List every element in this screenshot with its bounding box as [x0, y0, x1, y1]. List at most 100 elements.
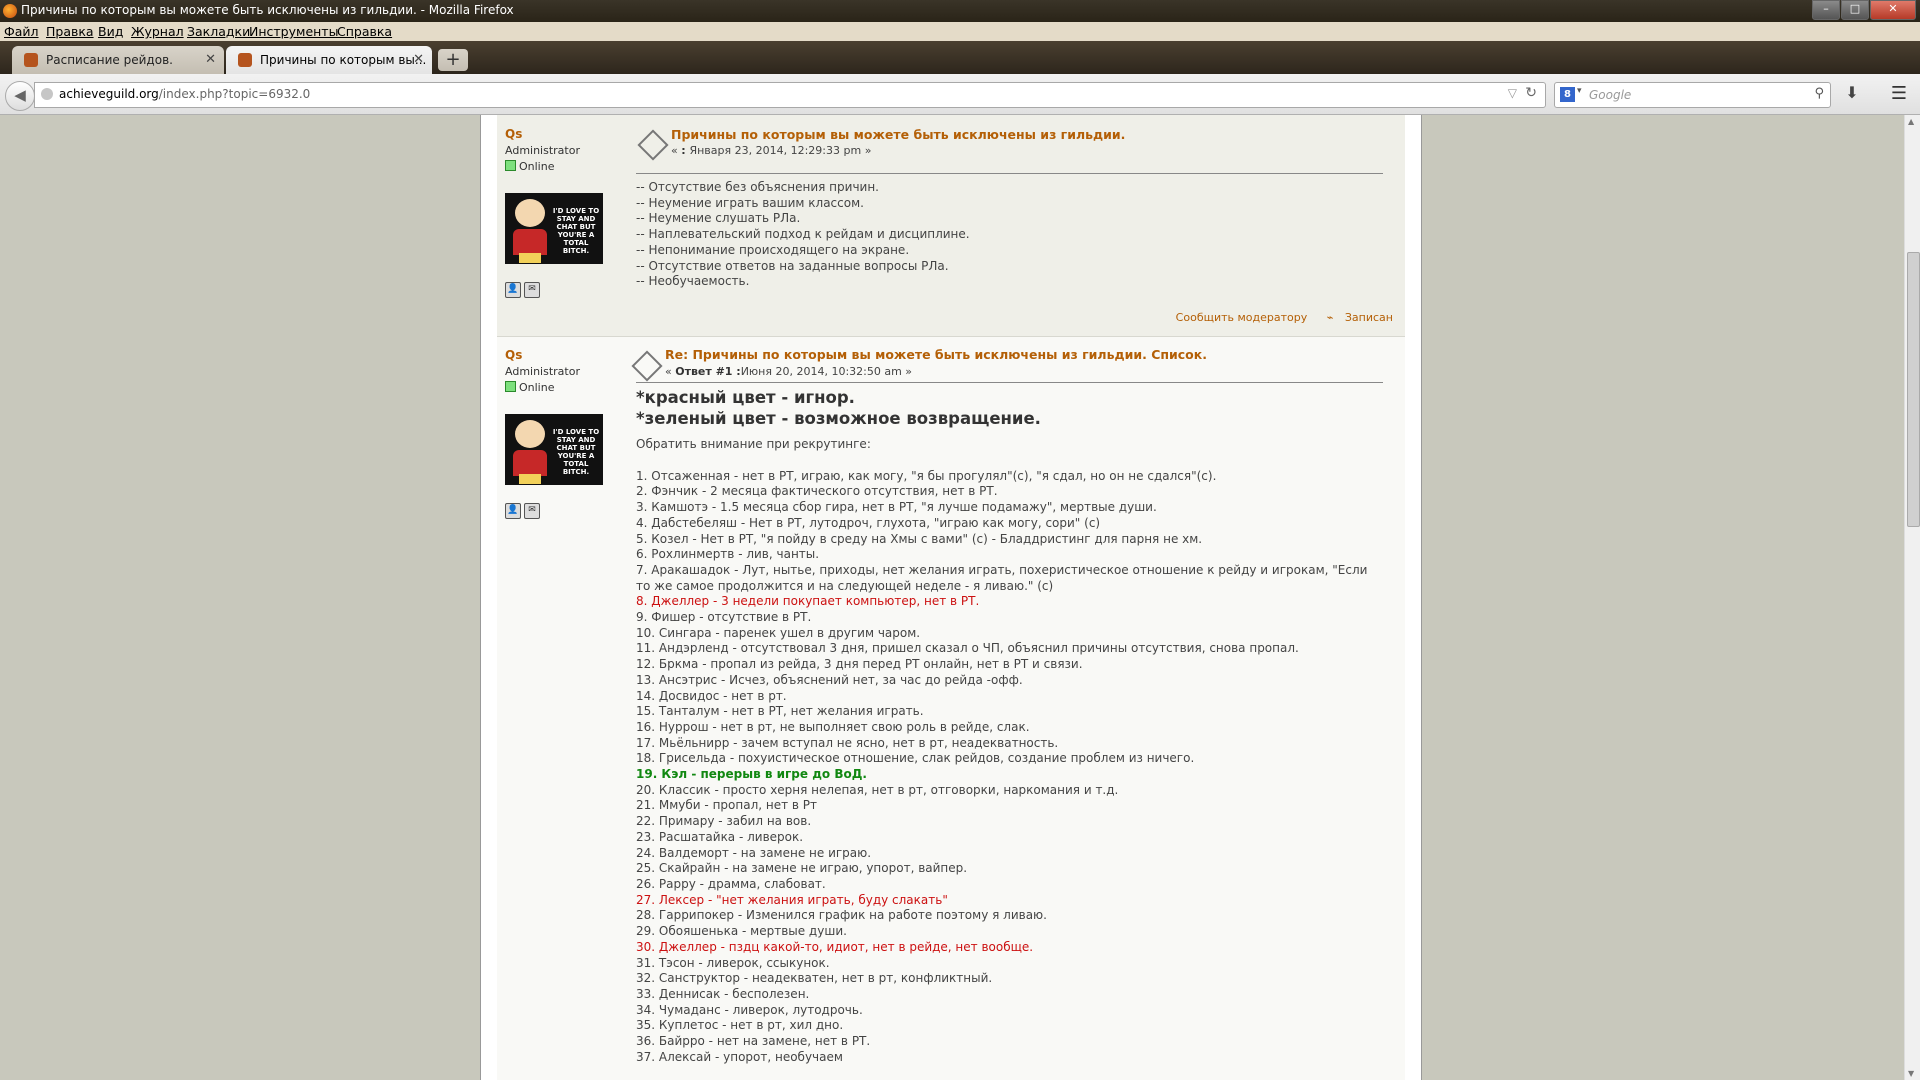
- menu-tools[interactable]: Инструменты: [249, 24, 338, 39]
- post-title[interactable]: Re: Причины по которым вы можете быть ис…: [665, 347, 1207, 362]
- avatar-shirt: [513, 450, 547, 476]
- list-item: 18. Грисельда - похуистическое отношение…: [636, 751, 1195, 766]
- poster-name[interactable]: Qs: [505, 127, 522, 141]
- scrollbar-thumb[interactable]: [1907, 252, 1920, 527]
- menu-bookmarks[interactable]: Закладки: [187, 24, 250, 39]
- list-item: 7. Аракашадок - Лут, нытье, приходы, нет…: [636, 562, 1368, 593]
- menu-edit[interactable]: Правка: [46, 24, 94, 39]
- page-content: Qs Administrator Online I'D LOVE TO STAY…: [0, 115, 1904, 1080]
- meta-prefix: «: [671, 144, 682, 157]
- list-item: 4. Дабстебеляш - Нет в РТ, лутодроч, глу…: [636, 515, 1101, 530]
- list-item: 15. Танталум - нет в РТ, нет желания игр…: [636, 704, 924, 719]
- logged-ip-icon: ⌁: [1326, 311, 1337, 324]
- post-body: -- Отсутствие без объяснения причин. -- …: [636, 180, 970, 290]
- meta-prefix: «: [665, 365, 676, 378]
- report-to-moderator-link[interactable]: Сообщить модератору: [1176, 311, 1308, 324]
- forum-page: Qs Administrator Online I'D LOVE TO STAY…: [480, 115, 1422, 1080]
- search-icon[interactable]: ⚲: [1814, 86, 1824, 101]
- hamburger-menu-icon[interactable]: ☰: [1884, 83, 1914, 107]
- poster-role: Administrator: [505, 365, 580, 378]
- avatar-head: [515, 199, 545, 227]
- list-item: 22. Примару - забил на вов.: [636, 814, 812, 829]
- list-item: 27. Лексер - "нет желания играть, буду с…: [636, 892, 948, 907]
- logged-ip-link[interactable]: ⌁ Записан: [1319, 311, 1393, 324]
- online-label: Online: [519, 381, 555, 394]
- online-icon: [505, 381, 516, 392]
- avatar-legs: [519, 253, 541, 263]
- user-icons: 👤 ✉: [505, 281, 543, 298]
- close-tab-icon[interactable]: ✕: [205, 52, 216, 67]
- message-icon[interactable]: ✉: [524, 503, 540, 519]
- close-tab-icon[interactable]: ✕: [413, 52, 424, 67]
- poster-info: Qs Administrator Online I'D LOVE TO STAY…: [505, 127, 645, 298]
- search-bar[interactable]: 8 ▾ Google ⚲: [1554, 82, 1831, 108]
- online-icon: [505, 160, 516, 171]
- list-item: 24. Валдеморт - на замене не играю.: [636, 845, 872, 860]
- menu-bar: Файл Правка Вид Журнал Закладки Инструме…: [0, 22, 1920, 41]
- online-status: Online: [505, 381, 645, 394]
- list-item: 6. Рохлинмертв - лив, чанты.: [636, 547, 820, 562]
- post-meta: « : Января 23, 2014, 12:29:33 pm »: [671, 144, 871, 157]
- window-titlebar: Причины по которым вы можете быть исключ…: [0, 0, 1920, 22]
- navigation-bar: ◀ achieveguild.org/index.php?topic=6932.…: [0, 74, 1920, 115]
- message-icon[interactable]: ✉: [524, 282, 540, 298]
- list-item: 5. Козел - Нет в РТ, "я пойду в среду на…: [636, 531, 1203, 546]
- menu-help[interactable]: Справка: [337, 24, 392, 39]
- online-status: Online: [505, 160, 645, 173]
- new-tab-button[interactable]: +: [438, 49, 468, 71]
- tab-label: Расписание рейдов.: [46, 53, 173, 67]
- menu-view[interactable]: Вид: [98, 24, 123, 39]
- post-title[interactable]: Причины по которым вы можете быть исключ…: [671, 127, 1125, 142]
- forum-post: Qs Administrator Online I'D LOVE TO STAY…: [497, 115, 1405, 337]
- back-button[interactable]: ◀: [5, 81, 35, 111]
- menu-file[interactable]: Файл: [4, 24, 39, 39]
- list-item: 29. Обояшенька - мертвые души.: [636, 924, 847, 939]
- scroll-down-icon[interactable]: ▼: [1908, 1069, 1914, 1078]
- legend-green-heading: *зеленый цвет - возможное возвращение.: [636, 409, 1041, 428]
- page-scrollbar[interactable]: ▲ ▼: [1904, 115, 1920, 1080]
- maximize-button[interactable]: □: [1841, 0, 1869, 20]
- blacklist: 1. Отсаженная - нет в РТ, играю, как мог…: [636, 469, 1376, 1066]
- list-item: 10. Сингара - паренек ушел в другим чаро…: [636, 625, 921, 640]
- list-item: 34. Чумаданс - ливерок, лутодрочь.: [636, 1002, 863, 1017]
- tab-raid-schedule[interactable]: Расписание рейдов. ✕: [12, 46, 224, 74]
- profile-icon[interactable]: 👤: [505, 503, 521, 519]
- minimize-button[interactable]: –: [1812, 0, 1840, 20]
- close-window-button[interactable]: ✕: [1870, 0, 1916, 20]
- list-item: 30. Джеллер - пздц какой-то, идиот, нет …: [636, 939, 1034, 954]
- menu-history[interactable]: Журнал: [131, 24, 184, 39]
- url-text: achieveguild.org/index.php?topic=6932.0: [59, 87, 310, 101]
- window-controls: – □ ✕: [1811, 0, 1916, 20]
- reload-icon[interactable]: ↻: [1525, 85, 1537, 101]
- site-favicon-icon: [238, 53, 252, 67]
- list-item: 31. Тэсон - ливерок, ссыкунок.: [636, 955, 830, 970]
- list-item: 25. Скайрайн - на замене не играю, упоро…: [636, 861, 968, 876]
- post-date: Июня 20, 2014, 10:32:50 am »: [740, 365, 913, 378]
- list-item: 8. Джеллер - 3 недели покупает компьютер…: [636, 594, 980, 609]
- list-item: 19. Кэл - перерыв в игре до ВоД.: [636, 767, 867, 782]
- site-favicon-icon: [24, 53, 38, 67]
- url-domain: achieveguild.org: [59, 87, 159, 101]
- scroll-up-icon[interactable]: ▲: [1908, 117, 1914, 126]
- list-item: 2. Фэнчик - 2 месяца фактического отсутс…: [636, 484, 998, 499]
- poster-info: Qs Administrator Online I'D LOVE TO STAY…: [505, 348, 645, 519]
- url-bar[interactable]: achieveguild.org/index.php?topic=6932.0 …: [34, 82, 1546, 108]
- list-item: 21. Ммуби - пропал, нет в Рт: [636, 798, 818, 813]
- forum-thread: Qs Administrator Online I'D LOVE TO STAY…: [497, 115, 1405, 1080]
- tab-bar: Расписание рейдов. ✕ Причины по которым …: [0, 41, 1920, 74]
- tab-exclusion-reasons[interactable]: Причины по которым вы... ✕: [226, 46, 432, 74]
- user-icons: 👤 ✉: [505, 502, 543, 519]
- download-icon[interactable]: ⬇: [1839, 83, 1865, 107]
- post-meta: « Ответ #1 :Июня 20, 2014, 10:32:50 am »: [665, 365, 912, 378]
- poster-name[interactable]: Qs: [505, 348, 522, 362]
- list-item: 9. Фишер - отсутствие в РТ.: [636, 610, 812, 625]
- google-search-engine-icon[interactable]: 8: [1560, 87, 1575, 102]
- url-dropdown-icon[interactable]: ▽: [1508, 86, 1517, 100]
- avatar-shirt: [513, 229, 547, 255]
- list-item: 11. Андэрленд - отсутствовал 3 дня, приш…: [636, 641, 1299, 656]
- chevron-down-icon[interactable]: ▾: [1577, 86, 1582, 96]
- profile-icon[interactable]: 👤: [505, 282, 521, 298]
- list-item: 16. Нуррош - нет в рт, не выполняет свою…: [636, 719, 1030, 734]
- list-item: 32. Санструктор - неадекватен, нет в рт,…: [636, 971, 993, 986]
